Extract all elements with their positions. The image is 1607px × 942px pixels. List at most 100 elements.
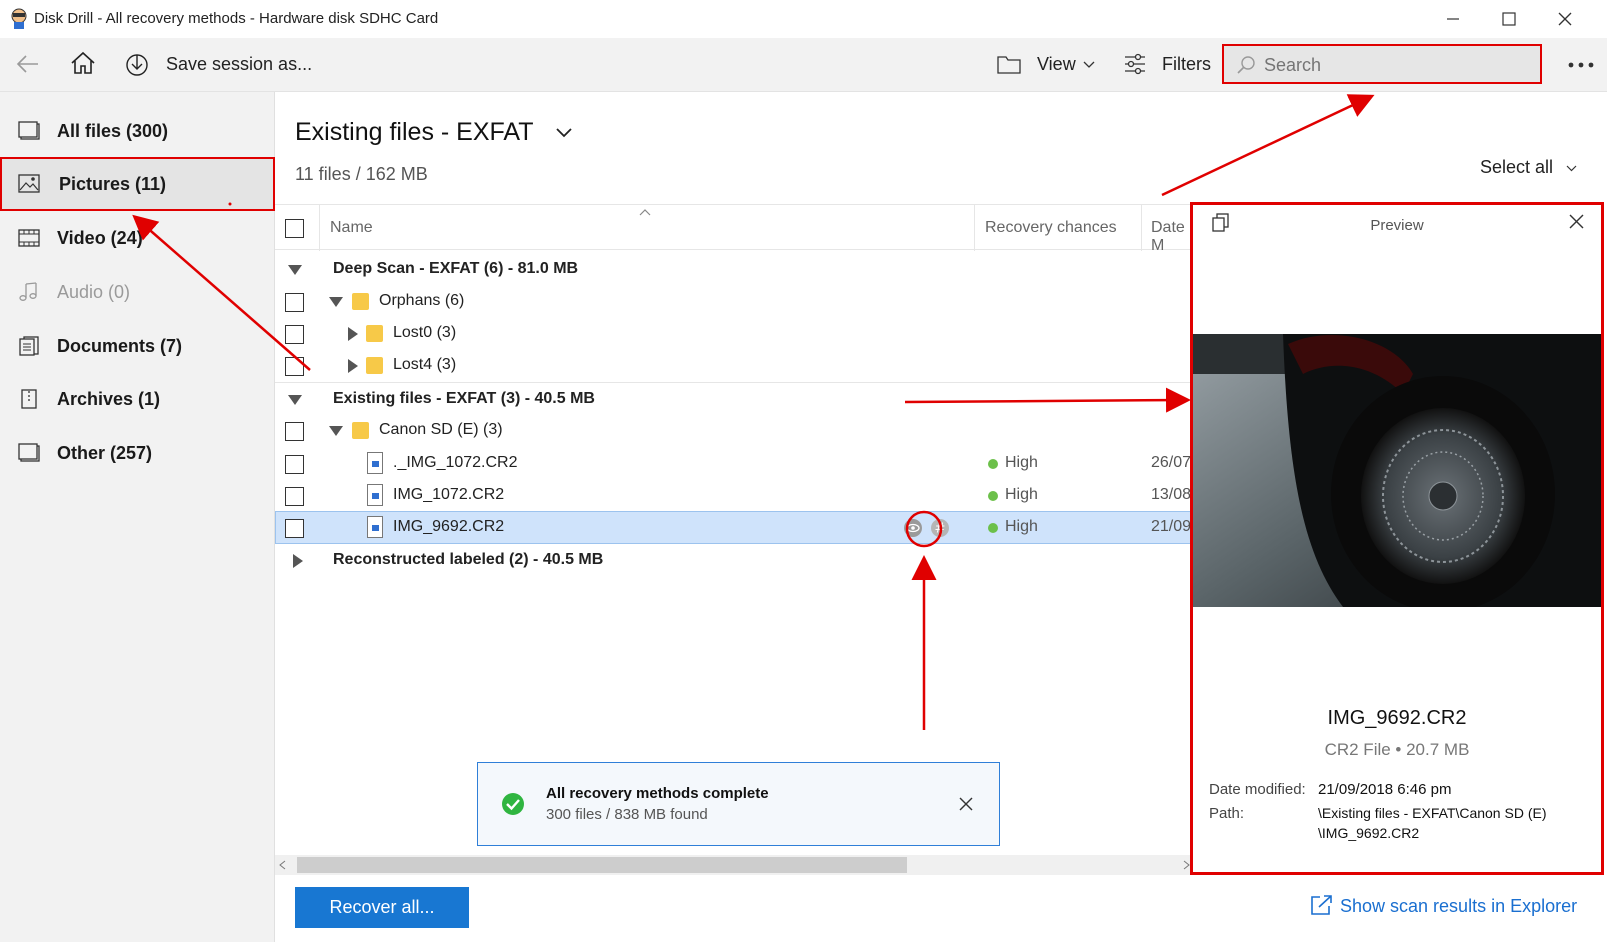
date-modified: 21/09/ [1151, 518, 1196, 535]
collapse-arrow-icon[interactable] [329, 297, 343, 307]
sidebar-item-documents[interactable]: Documents (7) [0, 319, 275, 373]
scrollbar-thumb[interactable] [297, 857, 907, 873]
folder-icon [366, 357, 383, 374]
files-summary: 11 files / 162 MB [295, 164, 428, 184]
sidebar-item-other[interactable]: Other (257) [0, 426, 275, 480]
picture-icon [18, 174, 40, 193]
minimize-icon [1447, 18, 1459, 20]
collapse-arrow-icon[interactable] [288, 395, 302, 405]
music-note-icon [19, 282, 37, 301]
row-checkbox[interactable] [285, 357, 304, 376]
table-row[interactable]: IMG_1072.CR2 High 13/08/ [275, 479, 1195, 512]
window-title: Disk Drill - All recovery methods - Hard… [34, 10, 439, 27]
column-recovery-chances[interactable]: Recovery chances [985, 219, 1117, 237]
expand-arrow-icon[interactable] [293, 554, 303, 568]
collapse-arrow-icon[interactable] [288, 265, 302, 275]
more-options-icon[interactable] [1568, 62, 1594, 68]
page-title: Existing files - EXFAT [295, 118, 534, 146]
group-label: Deep Scan - EXFAT (6) - 81.0 MB [333, 260, 579, 277]
expand-arrow-icon[interactable] [348, 327, 358, 341]
sidebar-item-label: Video (24) [57, 227, 143, 248]
row-checkbox[interactable] [285, 422, 304, 441]
title-chevron-down-icon[interactable] [556, 128, 572, 138]
scroll-left-icon[interactable] [279, 860, 286, 870]
home-icon[interactable] [70, 51, 96, 75]
search-box[interactable] [1222, 44, 1542, 84]
expand-arrow-icon[interactable] [348, 359, 358, 373]
folder-view-icon [997, 56, 1021, 74]
sidebar-item-all-files[interactable]: All files (300) [0, 104, 275, 158]
column-name[interactable]: Name [330, 219, 373, 237]
image-file-icon [367, 516, 383, 538]
path-value-continued: \IMG_9692.CR2 [1318, 825, 1420, 841]
preview-eye-icon[interactable] [903, 518, 923, 538]
group-label: Reconstructed labeled (2) - 40.5 MB [333, 551, 604, 568]
table-row[interactable]: Lost4 (3) [275, 349, 1195, 382]
row-checkbox[interactable] [285, 487, 304, 506]
sidebar-item-label: Pictures (11) [59, 173, 167, 194]
film-icon [18, 229, 40, 247]
close-window-button[interactable] [1537, 0, 1593, 38]
notification-title: All recovery methods complete [546, 785, 769, 802]
hash-icon[interactable]: # [930, 518, 950, 538]
recovery-status-dot [988, 491, 998, 501]
select-all-checkbox[interactable] [285, 219, 304, 238]
maximize-button[interactable] [1481, 0, 1537, 38]
save-session-button[interactable]: Save session as... [166, 54, 312, 75]
sidebar-item-label: Audio (0) [57, 281, 131, 302]
minimize-button[interactable] [1425, 0, 1481, 38]
chevron-down-icon [1083, 61, 1095, 68]
table-row[interactable]: Canon SD (E) (3) [275, 414, 1195, 447]
document-icon [19, 336, 39, 356]
sidebar-item-label: Other (257) [57, 442, 153, 463]
horizontal-scrollbar[interactable] [275, 855, 1195, 875]
table-row[interactable]: Reconstructed labeled (2) - 40.5 MB [275, 544, 1195, 577]
view-menu-button[interactable]: View [1037, 54, 1076, 75]
folder-icon [366, 325, 383, 342]
close-preview-icon[interactable] [1569, 214, 1584, 229]
table-row[interactable]: Lost0 (3) [275, 317, 1195, 350]
collapse-arrow-icon[interactable] [329, 426, 343, 436]
scan-complete-notification: All recovery methods complete 300 files … [477, 762, 1000, 846]
column-date-modified[interactable]: Date M [1151, 219, 1195, 255]
row-checkbox[interactable] [285, 455, 304, 474]
search-input[interactable] [1264, 53, 1524, 77]
recover-all-button[interactable]: Recover all... [295, 887, 469, 928]
show-in-explorer-link[interactable]: Show scan results in Explorer [1340, 896, 1577, 917]
folder-label: Lost4 (3) [393, 356, 457, 373]
path-label: Path: [1209, 805, 1245, 822]
row-checkbox[interactable] [285, 325, 304, 344]
date-modified: 26/07/ [1151, 454, 1196, 471]
folder-icon [352, 293, 369, 310]
scroll-right-icon[interactable] [1183, 860, 1190, 870]
group-label: Existing files - EXFAT (3) - 40.5 MB [333, 390, 595, 407]
sidebar-item-archives[interactable]: Archives (1) [0, 372, 275, 426]
select-all-button[interactable]: Select all [1480, 157, 1553, 178]
recovery-chance: High [1005, 454, 1038, 471]
app-logo-icon [11, 8, 27, 29]
table-row[interactable]: ._IMG_1072.CR2 High 26/07/ [275, 447, 1195, 480]
table-row[interactable]: Orphans (6) [275, 285, 1195, 318]
external-link-icon[interactable] [1310, 894, 1334, 916]
filters-button[interactable]: Filters [1162, 54, 1211, 75]
sidebar-item-video[interactable]: Video (24) [0, 211, 275, 265]
notification-detail: 300 files / 838 MB found [546, 806, 708, 823]
row-checkbox[interactable] [285, 519, 304, 538]
preview-panel: Preview IMG_9692.CR2 CR2 File • 20.7 MB … [1190, 202, 1604, 875]
table-row-selected[interactable]: IMG_9692.CR2 # High 21/09/ [275, 511, 1195, 544]
date-modified-label: Date modified: [1209, 781, 1306, 798]
maximize-icon [1502, 12, 1516, 26]
download-icon[interactable] [125, 51, 149, 77]
row-checkbox[interactable] [285, 293, 304, 312]
sidebar-item-label: Archives (1) [57, 388, 161, 409]
back-arrow-icon[interactable] [16, 54, 40, 74]
close-notification-icon[interactable] [959, 797, 973, 811]
table-row[interactable]: Existing files - EXFAT (3) - 40.5 MB [275, 383, 1195, 416]
recovery-chance: High [1005, 486, 1038, 503]
other-files-icon [18, 443, 40, 462]
table-row[interactable]: Deep Scan - EXFAT (6) - 81.0 MB [275, 253, 1195, 286]
sidebar-item-pictures[interactable]: Pictures (11) [0, 157, 275, 211]
recovery-status-dot [988, 459, 998, 469]
sidebar-item-audio[interactable]: Audio (0) [0, 265, 275, 319]
svg-text:#: # [935, 522, 946, 537]
